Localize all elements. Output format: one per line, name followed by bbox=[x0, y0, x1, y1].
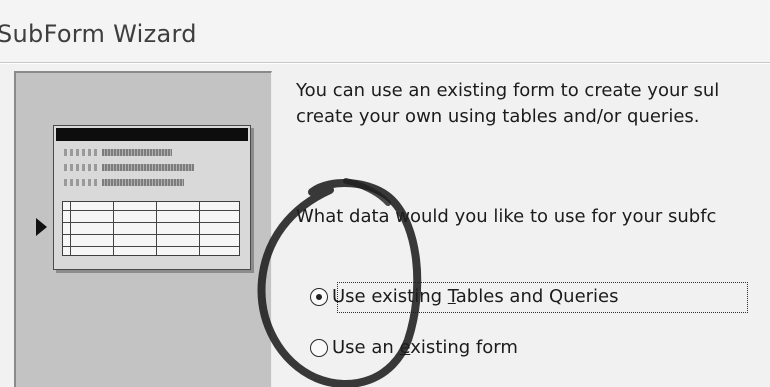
radio-selected-icon[interactable] bbox=[310, 288, 328, 306]
triangle-right-icon bbox=[36, 218, 47, 236]
intro-line-2: create your own using tables and/or quer… bbox=[296, 106, 700, 127]
intro-text: You can use an existing form to create y… bbox=[296, 78, 770, 130]
option-label[interactable]: Use existing Tables and Queries bbox=[332, 286, 619, 307]
question-text: What data would you like to use for your… bbox=[296, 206, 717, 227]
form-preview-subform-grid bbox=[62, 201, 240, 256]
form-preview-image bbox=[53, 125, 251, 270]
window-title: SubForm Wizard bbox=[0, 20, 197, 48]
form-preview-header bbox=[56, 128, 248, 141]
title-separator-highlight bbox=[0, 63, 770, 64]
radio-unselected-icon[interactable] bbox=[310, 339, 328, 357]
option-label[interactable]: Use an existing form bbox=[332, 337, 518, 358]
intro-line-1: You can use an existing form to create y… bbox=[296, 80, 720, 101]
title-bar: SubForm Wizard bbox=[0, 0, 770, 62]
